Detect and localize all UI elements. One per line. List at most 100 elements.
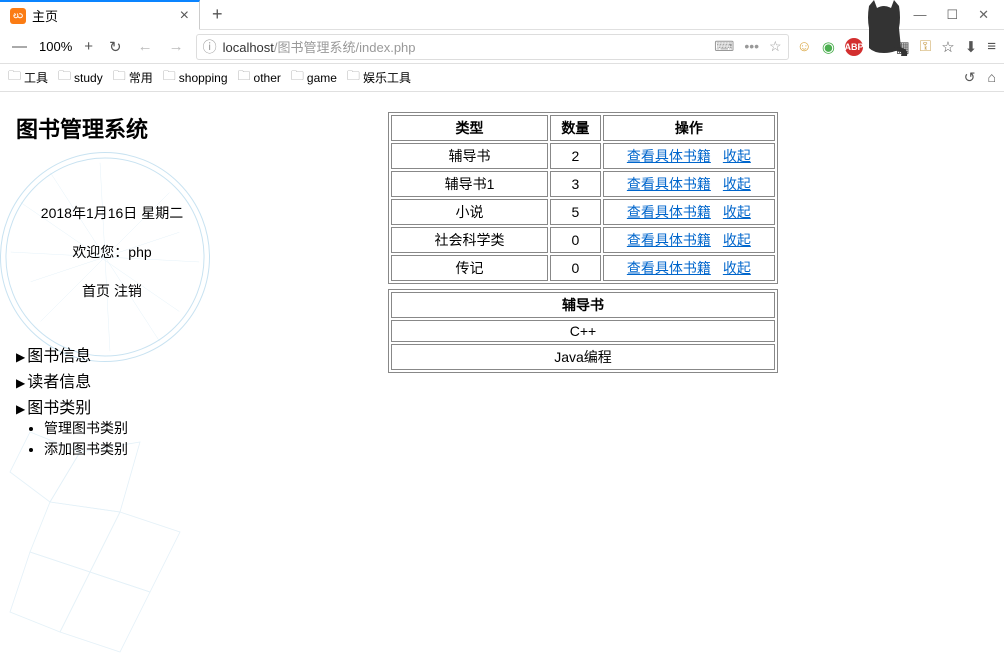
view-link[interactable]: 查看具体书籍 (627, 232, 711, 248)
cell-action: 查看具体书籍收起 (603, 255, 775, 281)
menu-icon[interactable]: ≡ (987, 38, 996, 55)
cell-qty: 3 (550, 171, 601, 197)
xampp-favicon-icon: ဃ (10, 8, 26, 24)
cell-type: 社会科学类 (391, 227, 548, 253)
table-row: 辅导书2查看具体书籍收起 (391, 143, 775, 169)
close-window-icon[interactable]: ✕ (978, 7, 989, 23)
cell-type: 辅导书1 (391, 171, 548, 197)
submenu-item[interactable]: 管理图书类别 (44, 418, 208, 439)
zoom-level: 100% (39, 39, 72, 54)
menu-item[interactable]: 图书类别管理图书类别添加图书类别 (16, 394, 208, 460)
cell-qty: 0 (550, 255, 601, 281)
table-row: C++ (391, 320, 775, 342)
folder-icon: 🗀 (347, 67, 360, 89)
folder-icon: 🗀 (238, 67, 251, 89)
folder-icon: 🗀 (58, 67, 71, 89)
bookmarks-bar: 🗀工具🗀study🗀常用🗀shopping🗀other🗀game🗀娱乐工具 ↺ … (0, 64, 1004, 92)
cell-type: 传记 (391, 255, 548, 281)
submenu-item[interactable]: 添加图书类别 (44, 439, 208, 460)
collapse-link[interactable]: 收起 (723, 232, 751, 248)
table-row: 社会科学类0查看具体书籍收起 (391, 227, 775, 253)
collapse-link[interactable]: 收起 (723, 204, 751, 220)
collapse-link[interactable]: 收起 (723, 260, 751, 276)
url-text: localhost/图书管理系统/index.php (223, 37, 709, 56)
tab-title: 主页 (32, 6, 58, 25)
cell-action: 查看具体书籍收起 (603, 171, 775, 197)
col-type-header: 类型 (391, 115, 548, 141)
new-tab-button[interactable]: + (200, 4, 235, 25)
forward-button[interactable]: → (165, 36, 188, 57)
cell-action: 查看具体书籍收起 (603, 227, 775, 253)
main-content: 类型 数量 操作 辅导书2查看具体书籍收起辅导书13查看具体书籍收起小说5查看具… (208, 102, 996, 572)
table-row: 辅导书13查看具体书籍收起 (391, 171, 775, 197)
col-action-header: 操作 (603, 115, 775, 141)
welcome-text: 欢迎您：php (16, 233, 208, 272)
maximize-icon[interactable]: ☐ (946, 7, 958, 23)
date-text: 2018年1月16日 星期二 (16, 194, 208, 233)
back-button[interactable]: ← (134, 36, 157, 57)
info-icon[interactable]: ⓘ (203, 37, 217, 57)
welcome-block: 2018年1月16日 星期二 欢迎您：php 首页 注销 (16, 194, 208, 312)
browser-titlebar: ဃ 主页 × + — ☐ ✕ (0, 0, 1004, 30)
menu-item[interactable]: 图书信息 (16, 342, 208, 366)
key-ext-icon[interactable]: ⚿ (920, 38, 931, 55)
table-row: 传记0查看具体书籍收起 (391, 255, 775, 281)
view-link[interactable]: 查看具体书籍 (627, 176, 711, 192)
browser-toolbar: — 100% + ↻ ← → ⓘ localhost/图书管理系统/index.… (0, 30, 1004, 64)
table-row: Java编程 (391, 344, 775, 370)
menu-item[interactable]: 读者信息 (16, 368, 208, 392)
address-bar[interactable]: ⓘ localhost/图书管理系统/index.php ⌨ ••• ☆ (196, 34, 789, 60)
cat-decoration-icon (859, 0, 909, 58)
view-link[interactable]: 查看具体书籍 (627, 204, 711, 220)
close-tab-icon[interactable]: × (180, 7, 189, 25)
home-link[interactable]: 首页 (82, 283, 110, 299)
home-icon[interactable]: ⌂ (988, 69, 996, 86)
folder-icon: 🗀 (291, 67, 304, 89)
more-icon[interactable]: ••• (744, 38, 759, 55)
cell-qty: 2 (550, 143, 601, 169)
cell-qty: 5 (550, 199, 601, 225)
view-link[interactable]: 查看具体书籍 (627, 148, 711, 164)
site-title: 图书管理系统 (16, 112, 208, 144)
detail-table: 辅导书 C++Java编程 (388, 289, 778, 373)
folder-icon: 🗀 (163, 67, 176, 89)
cell-type: 辅导书 (391, 143, 548, 169)
folder-icon: 🗀 (113, 67, 126, 89)
bookmark-star-icon[interactable]: ☆ (941, 38, 954, 56)
cell-type: 小说 (391, 199, 548, 225)
reload-button[interactable]: ↻ (105, 36, 126, 58)
bookmark-item[interactable]: 🗀娱乐工具 (347, 67, 411, 89)
nav-menu: 图书信息读者信息图书类别管理图书类别添加图书类别 (16, 342, 208, 460)
logout-link[interactable]: 注销 (114, 283, 142, 299)
plus-zoom-button[interactable]: + (80, 36, 97, 57)
folder-icon: 🗀 (8, 67, 21, 89)
page-content: 图书管理系统 2018年1月16日 星期二 欢迎您：php 首页 注销 图书信息… (0, 92, 1004, 582)
detail-item[interactable]: C++ (391, 320, 775, 342)
bookmark-item[interactable]: 🗀常用 (113, 67, 153, 89)
bookmark-item[interactable]: 🗀game (291, 67, 337, 89)
detail-item[interactable]: Java编程 (391, 344, 775, 370)
collapse-link[interactable]: 收起 (723, 148, 751, 164)
history-icon[interactable]: ↺ (964, 69, 976, 86)
bookmark-item[interactable]: 🗀other (238, 67, 281, 89)
table-row: 小说5查看具体书籍收起 (391, 199, 775, 225)
bookmark-item[interactable]: 🗀工具 (8, 67, 48, 89)
cell-qty: 0 (550, 227, 601, 253)
download2-icon[interactable]: ⬇ (965, 38, 978, 56)
detail-header: 辅导书 (391, 292, 775, 318)
browser-tab[interactable]: ဃ 主页 × (0, 0, 200, 30)
view-link[interactable]: 查看具体书籍 (627, 260, 711, 276)
bookmark-item[interactable]: 🗀study (58, 67, 103, 89)
minimize-icon[interactable]: — (913, 7, 926, 23)
face-ext-icon[interactable]: ☺ (797, 38, 812, 55)
green-ext-icon[interactable]: ◉ (822, 38, 835, 56)
col-qty-header: 数量 (550, 115, 601, 141)
minus-zoom-button[interactable]: — (8, 36, 31, 57)
window-controls: — ☐ ✕ (898, 7, 1004, 23)
cell-action: 查看具体书籍收起 (603, 199, 775, 225)
bookmark-item[interactable]: 🗀shopping (163, 67, 228, 89)
star-icon[interactable]: ☆ (769, 38, 782, 55)
cell-action: 查看具体书籍收起 (603, 143, 775, 169)
translate-icon[interactable]: ⌨ (714, 38, 734, 55)
collapse-link[interactable]: 收起 (723, 176, 751, 192)
